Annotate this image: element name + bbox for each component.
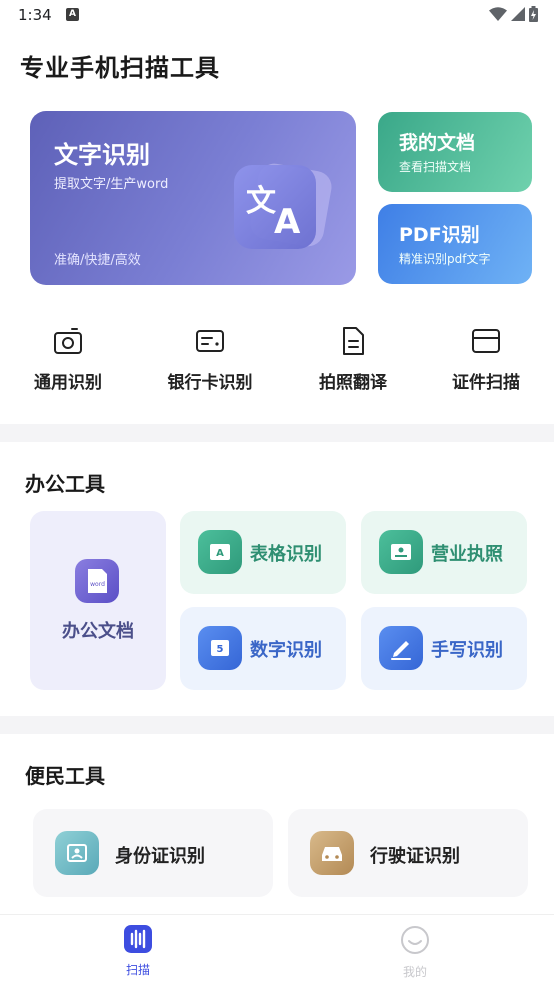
car-icon <box>310 831 354 875</box>
smile-tab-icon <box>401 926 429 954</box>
app-title: 专业手机扫描工具 <box>20 54 220 82</box>
svg-text:5: 5 <box>217 644 224 655</box>
bank-card-icon <box>196 330 224 352</box>
id-card-recognition-label: 身份证识别 <box>115 846 205 867</box>
quick-action-general[interactable]: 通用识别 <box>8 326 128 400</box>
card-icon <box>472 329 500 353</box>
word-file-icon: word <box>75 559 119 603</box>
office-tools-title: 办公工具 <box>25 472 105 496</box>
status-icons <box>489 6 538 22</box>
quick-action-label: 证件扫描 <box>452 373 520 393</box>
quick-action-label: 银行卡识别 <box>167 373 253 393</box>
battery-icon <box>529 6 538 22</box>
pdf-recognition-subtitle: 精准识别pdf文字 <box>399 252 491 266</box>
section-divider <box>0 716 554 734</box>
hero-title: 文字识别 <box>54 141 150 169</box>
id-card-recognition-button[interactable]: 身份证识别 <box>33 809 273 897</box>
my-documents-title: 我的文档 <box>399 132 476 154</box>
status-bar: 1:34 A <box>0 0 554 30</box>
section-divider <box>0 424 554 442</box>
handwriting-recognition-label: 手写识别 <box>431 640 503 661</box>
svg-text:word: word <box>90 581 105 588</box>
my-documents-card[interactable]: 我的文档 查看扫描文档 <box>378 112 532 192</box>
pen-icon <box>379 626 423 670</box>
business-license-label: 营业执照 <box>431 544 503 565</box>
id-card-icon <box>55 831 99 875</box>
svg-text:A: A <box>274 202 301 242</box>
table-recognition-label: 表格识别 <box>250 544 322 565</box>
business-license-button[interactable]: 营业执照 <box>361 511 527 594</box>
tab-scan[interactable]: 扫描 <box>98 925 178 978</box>
pdf-recognition-card[interactable]: PDF识别 精准识别pdf文字 <box>378 204 532 284</box>
number-recognition-label: 数字识别 <box>250 640 322 661</box>
document-icon <box>343 327 364 355</box>
quick-action-label: 通用识别 <box>34 373 102 393</box>
driving-license-recognition-button[interactable]: 行驶证识别 <box>288 809 528 897</box>
tab-mine-label: 我的 <box>402 965 427 979</box>
tab-scan-label: 扫描 <box>125 963 150 977</box>
table-recognition-button[interactable]: A 表格识别 <box>180 511 346 594</box>
status-time: 1:34 <box>18 6 52 24</box>
notification-icon: A <box>66 8 79 21</box>
handwriting-recognition-button[interactable]: 手写识别 <box>361 607 527 690</box>
license-icon <box>379 530 423 574</box>
tab-mine[interactable]: 我的 <box>375 925 455 980</box>
number-icon: 5 <box>198 626 242 670</box>
quick-action-label: 拍照翻译 <box>319 373 387 393</box>
quick-action-bank-card[interactable]: 银行卡识别 <box>150 326 270 400</box>
hero-subtitle: 提取文字/生产word <box>54 177 169 192</box>
office-document-card[interactable]: word 办公文档 <box>30 511 166 690</box>
driving-license-recognition-label: 行驶证识别 <box>370 846 460 867</box>
camera-icon <box>54 328 82 354</box>
translate-icon: 文 A <box>234 163 332 249</box>
svg-text:文: 文 <box>246 184 276 219</box>
text-recognition-card[interactable]: 文字识别 提取文字/生产word 准确/快捷/高效 文 A <box>30 111 356 285</box>
quick-action-id-scan[interactable]: 证件扫描 <box>426 326 546 400</box>
scan-tab-icon <box>124 925 152 953</box>
my-documents-subtitle: 查看扫描文档 <box>399 160 472 174</box>
table-icon: A <box>198 530 242 574</box>
svg-text:A: A <box>216 548 224 559</box>
signal-icon <box>511 7 525 21</box>
number-recognition-button[interactable]: 5 数字识别 <box>180 607 346 690</box>
bottom-tab-bar: 扫描 我的 <box>0 914 554 984</box>
hero-footer: 准确/快捷/高效 <box>54 253 141 268</box>
pdf-recognition-title: PDF识别 <box>399 224 480 246</box>
wifi-icon <box>489 7 507 21</box>
quick-action-photo-translate[interactable]: 拍照翻译 <box>293 326 413 400</box>
civil-tools-title: 便民工具 <box>25 764 105 788</box>
office-document-label: 办公文档 <box>62 621 134 642</box>
